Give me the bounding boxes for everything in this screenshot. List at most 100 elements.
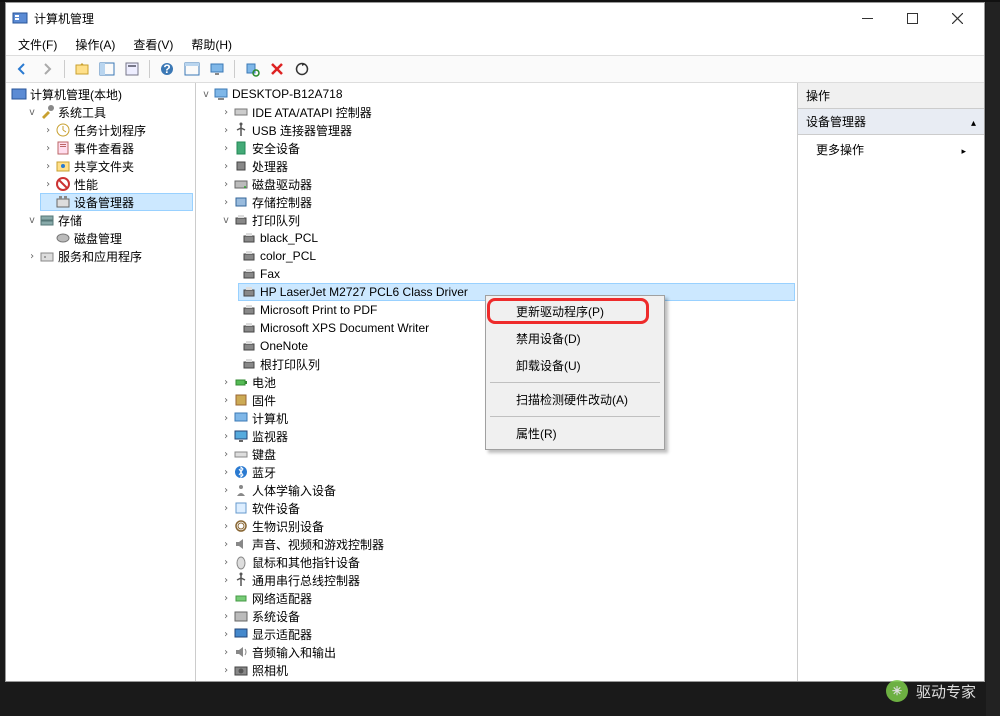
device-category[interactable]: › 网络适配器 [218, 589, 795, 607]
device-category[interactable]: › 音频输入和输出 [218, 643, 795, 661]
context-menu-item[interactable]: 扫描检测硬件改动(A) [488, 386, 662, 413]
expand-icon[interactable]: v [220, 215, 232, 226]
expand-icon[interactable]: › [220, 665, 232, 676]
expand-icon[interactable]: › [220, 395, 232, 406]
menu-view[interactable]: 查看(V) [125, 34, 181, 55]
expand-icon[interactable]: › [220, 143, 232, 154]
properties-button[interactable] [120, 58, 144, 80]
device-category[interactable]: › 显示适配器 [218, 625, 795, 643]
view-button[interactable] [180, 58, 204, 80]
close-button[interactable] [935, 4, 980, 32]
more-actions-link[interactable]: 更多操作 [798, 135, 984, 164]
expand-icon[interactable]: › [26, 251, 38, 262]
up-button[interactable] [70, 58, 94, 80]
monitor-button[interactable] [205, 58, 229, 80]
device-category[interactable]: › 处理器 [218, 157, 795, 175]
expand-icon[interactable]: › [220, 197, 232, 208]
tree-label: 共享文件夹 [74, 158, 134, 175]
tree-item-0[interactable]: › 任务计划程序 [40, 121, 193, 139]
actions-header-label: 操作 [806, 89, 830, 103]
separator [64, 60, 65, 78]
expand-icon[interactable]: › [220, 125, 232, 136]
expand-icon[interactable]: › [220, 467, 232, 478]
expand-icon[interactable]: › [42, 125, 54, 136]
expand-icon[interactable]: › [220, 179, 232, 190]
expand-icon[interactable]: › [220, 449, 232, 460]
tree-item-2[interactable]: › 共享文件夹 [40, 157, 193, 175]
tree-disk-management[interactable]: 磁盘管理 [40, 229, 193, 247]
back-button[interactable] [10, 58, 34, 80]
context-menu-item[interactable]: 属性(R) [488, 420, 662, 447]
tree-root-computer-management[interactable]: 计算机管理(本地) [8, 85, 193, 103]
tree-storage[interactable]: v 存储 [24, 211, 193, 229]
menu-file[interactable]: 文件(F) [10, 34, 65, 55]
context-menu-item[interactable]: 更新驱动程序(P) [488, 298, 662, 325]
device-category[interactable]: › 声音、视频和游戏控制器 [218, 535, 795, 553]
expand-icon[interactable]: › [220, 161, 232, 172]
context-menu-item[interactable]: 禁用设备(D) [488, 325, 662, 352]
biometric-icon [233, 518, 249, 534]
minimize-button[interactable] [845, 4, 890, 32]
device-item[interactable]: color_PCL [238, 247, 795, 265]
device-category[interactable]: › 蓝牙 [218, 463, 795, 481]
delete-button[interactable] [265, 58, 289, 80]
app-icon [12, 10, 28, 26]
expand-icon[interactable]: › [220, 647, 232, 658]
device-category[interactable]: › 通用串行总线控制器 [218, 571, 795, 589]
device-category[interactable]: › 软件设备 [218, 499, 795, 517]
menu-action[interactable]: 操作(A) [67, 34, 123, 55]
device-label: color_PCL [260, 249, 316, 263]
expand-icon[interactable]: › [220, 413, 232, 424]
expand-icon[interactable]: › [220, 539, 232, 550]
expand-icon[interactable]: › [220, 593, 232, 604]
forward-button[interactable] [35, 58, 59, 80]
tree-item-4[interactable]: 设备管理器 [40, 193, 193, 211]
expand-icon[interactable]: › [220, 629, 232, 640]
expand-icon[interactable]: › [220, 377, 232, 388]
tree-item-1[interactable]: › 事件查看器 [40, 139, 193, 157]
expand-icon[interactable]: › [42, 161, 54, 172]
tree-services-apps[interactable]: › 服务和应用程序 [24, 247, 193, 265]
scan-button[interactable] [240, 58, 264, 80]
expand-icon[interactable]: › [220, 557, 232, 568]
refresh-button[interactable] [290, 58, 314, 80]
expand-icon[interactable]: › [220, 521, 232, 532]
device-category[interactable]: › 照相机 [218, 661, 795, 679]
expand-icon[interactable]: › [220, 431, 232, 442]
device-category[interactable]: › 人体学输入设备 [218, 481, 795, 499]
device-category[interactable]: › 生物识别设备 [218, 517, 795, 535]
expand-icon[interactable]: › [220, 485, 232, 496]
menu-help[interactable]: 帮助(H) [183, 34, 240, 55]
device-category[interactable]: › 磁盘驱动器 [218, 175, 795, 193]
expand-icon[interactable]: › [220, 107, 232, 118]
expand-icon[interactable]: › [220, 503, 232, 514]
maximize-button[interactable] [890, 4, 935, 32]
device-category[interactable]: › 系统设备 [218, 607, 795, 625]
collapse-icon[interactable]: v [26, 107, 38, 118]
device-root[interactable]: v DESKTOP-B12A718 [198, 85, 795, 103]
context-menu-item[interactable]: 卸载设备(U) [488, 352, 662, 379]
collapse-icon[interactable]: v [200, 89, 212, 100]
device-category[interactable]: › 鼠标和其他指针设备 [218, 553, 795, 571]
expand-icon[interactable]: › [220, 575, 232, 586]
device-category[interactable]: › IDE ATA/ATAPI 控制器 [218, 103, 795, 121]
console-tree[interactable]: 计算机管理(本地) v 系统工具 › 任务计划程序 › 事件查看器 › [8, 85, 193, 265]
device-item[interactable]: black_PCL [238, 229, 795, 247]
tree-system-tools[interactable]: v 系统工具 [24, 103, 193, 121]
expand-icon[interactable]: › [220, 611, 232, 622]
help-button[interactable]: ? [155, 58, 179, 80]
device-category[interactable]: v 打印队列 [218, 211, 795, 229]
expand-icon[interactable]: › [42, 143, 54, 154]
device-category[interactable]: › 存储控制器 [218, 193, 795, 211]
collapse-icon[interactable] [971, 115, 976, 129]
actions-section[interactable]: 设备管理器 [798, 109, 984, 135]
collapse-icon[interactable]: v [26, 215, 38, 226]
device-category[interactable]: › USB 连接器管理器 [218, 121, 795, 139]
device-category[interactable]: › 安全设备 [218, 139, 795, 157]
bluetooth-icon [233, 464, 249, 480]
show-hide-tree-button[interactable] [95, 58, 119, 80]
titlebar: 计算机管理 [6, 3, 984, 33]
expand-icon[interactable]: › [42, 179, 54, 190]
device-item[interactable]: Fax [238, 265, 795, 283]
tree-item-3[interactable]: › 性能 [40, 175, 193, 193]
